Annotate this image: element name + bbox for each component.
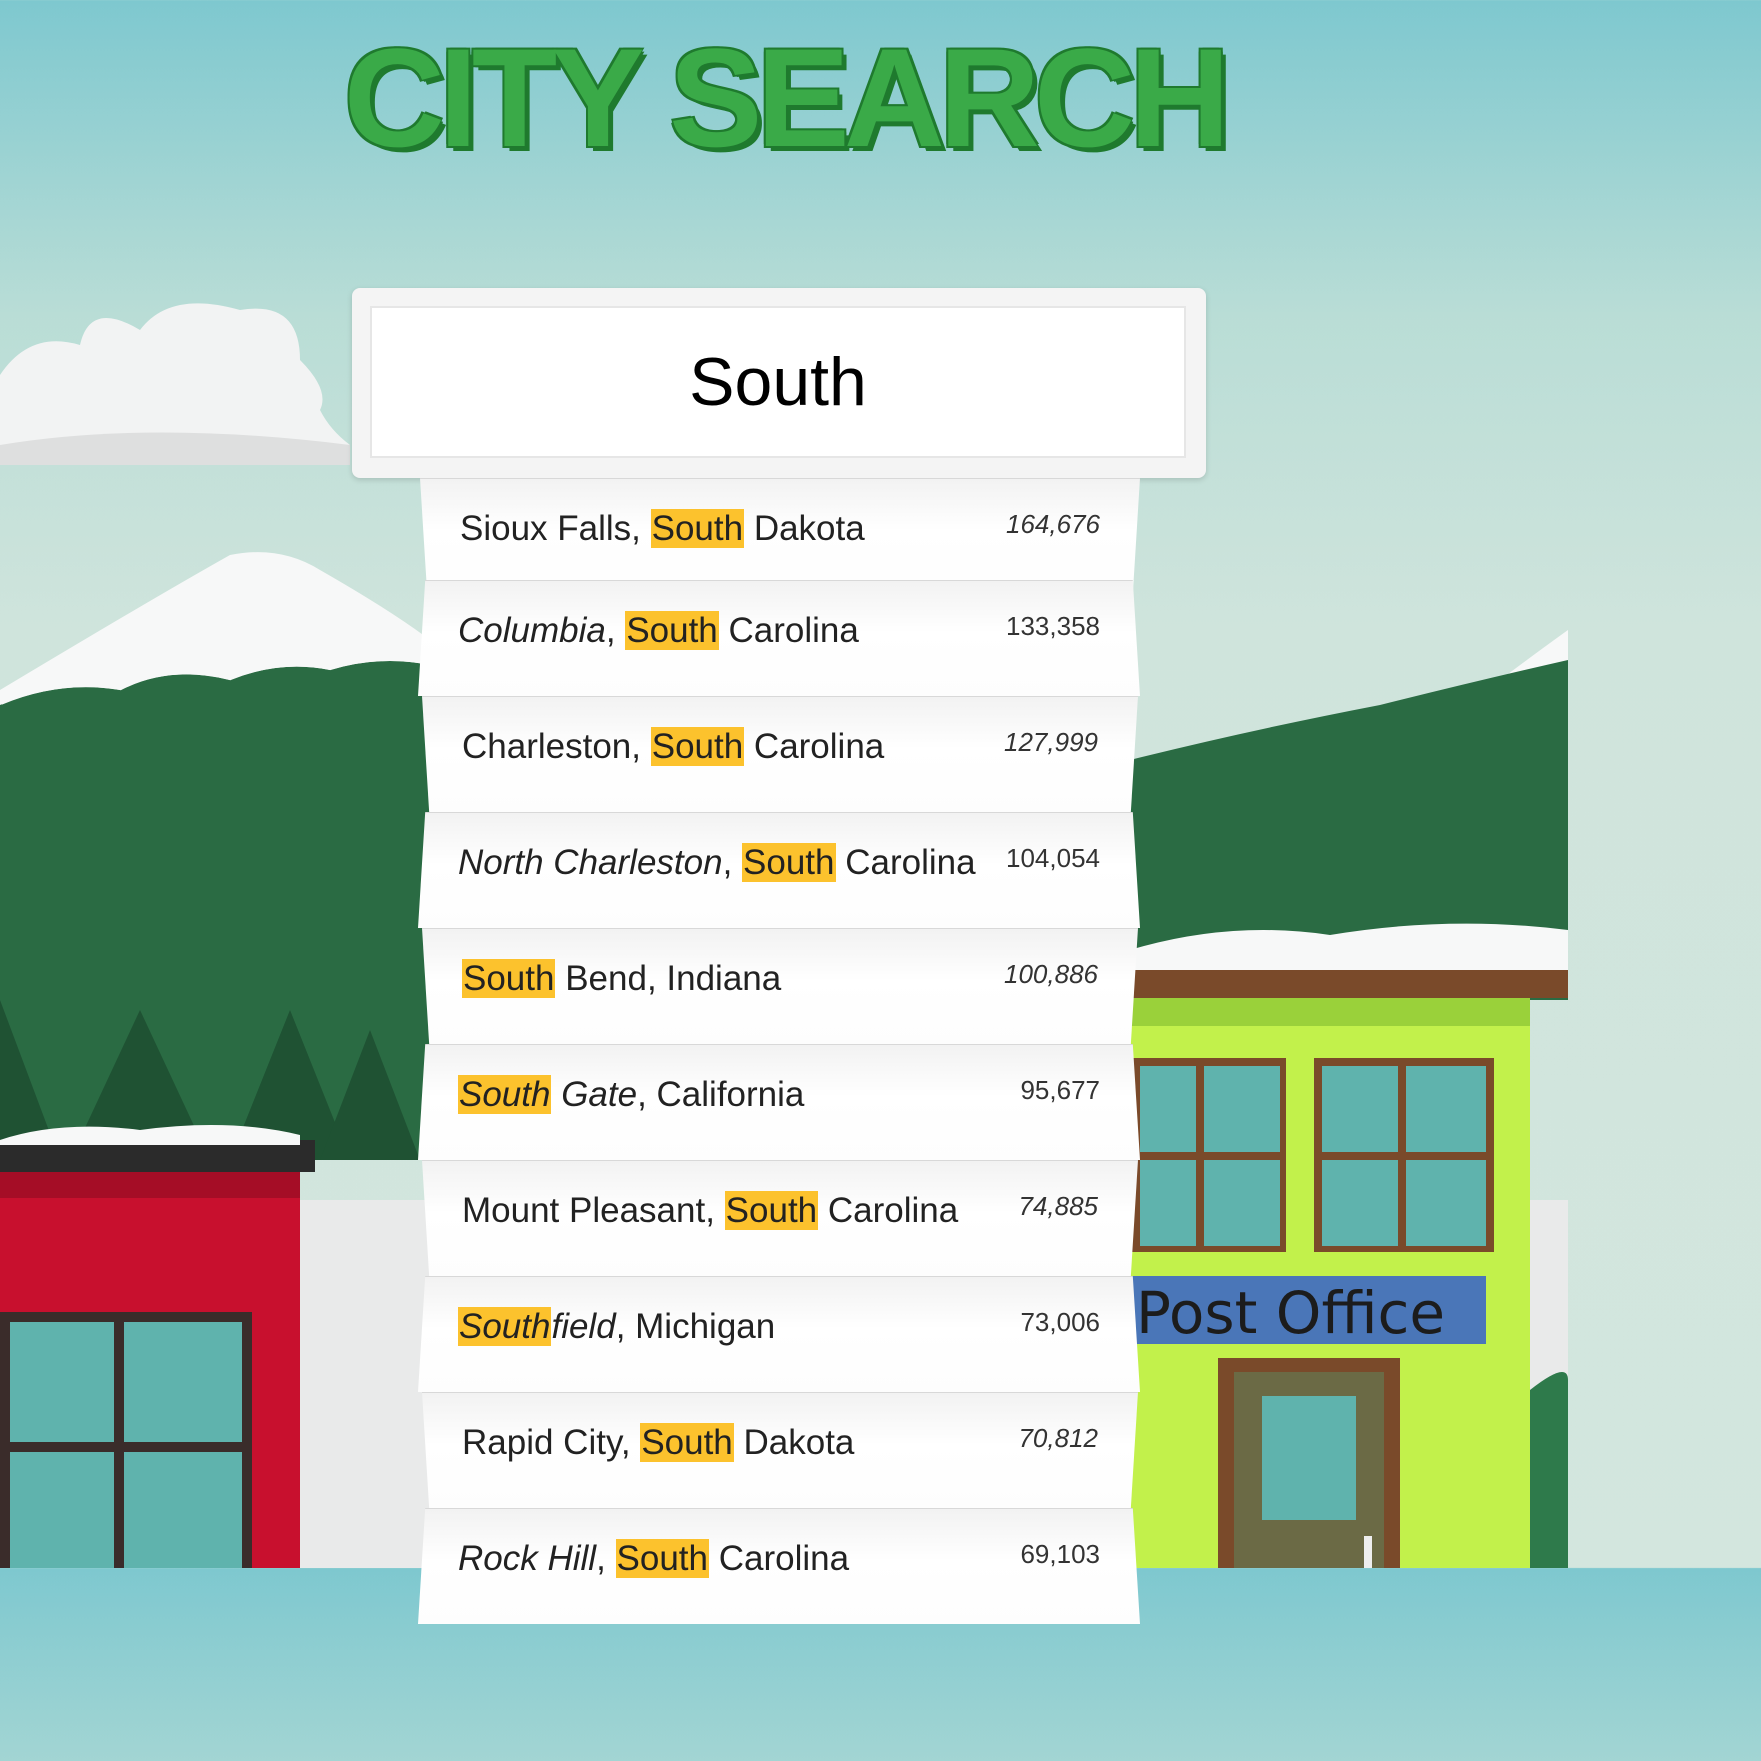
result-name: Charleston, South Carolina bbox=[462, 727, 885, 766]
result-name: Southfield, Michigan bbox=[458, 1307, 776, 1346]
match-highlight: South bbox=[458, 1075, 552, 1114]
result-row[interactable]: Southfield, Michigan 73,006 bbox=[418, 1276, 1140, 1392]
result-name: Rock Hill, South Carolina bbox=[458, 1539, 850, 1578]
result-population: 69,103 bbox=[1020, 1539, 1100, 1569]
match-highlight: South bbox=[724, 1191, 819, 1230]
match-highlight: South bbox=[650, 509, 745, 548]
result-state: South Carolina bbox=[724, 1191, 959, 1230]
result-city: Rapid City bbox=[462, 1423, 621, 1462]
result-name: South Bend, Indiana bbox=[462, 959, 782, 998]
result-city: Sioux Falls bbox=[460, 509, 632, 548]
result-city: South Gate bbox=[458, 1075, 638, 1114]
result-state: South Carolina bbox=[615, 1539, 850, 1578]
result-state: South Dakota bbox=[650, 509, 865, 548]
result-population: 73,006 bbox=[1020, 1307, 1100, 1337]
search-input[interactable] bbox=[370, 306, 1186, 458]
search-box bbox=[352, 288, 1206, 478]
result-row[interactable]: North Charleston, South Carolina 104,054 bbox=[418, 812, 1140, 928]
result-population: 74,885 bbox=[1018, 1191, 1098, 1221]
result-state: South Carolina bbox=[625, 611, 859, 650]
red-building bbox=[0, 1125, 315, 1568]
result-city: Mount Pleasant bbox=[462, 1191, 706, 1230]
page-title: CITY SEARCH bbox=[343, 19, 1230, 176]
result-city: North Charleston bbox=[458, 843, 723, 882]
result-row[interactable]: South Bend, Indiana 100,886 bbox=[422, 928, 1138, 1044]
result-name: Columbia, South Carolina bbox=[458, 611, 859, 650]
result-population: 133,358 bbox=[1006, 611, 1100, 641]
result-population: 164,676 bbox=[1006, 509, 1100, 539]
result-name: South Gate, California bbox=[458, 1075, 805, 1114]
result-row[interactable]: Sioux Falls, South Dakota 164,676 bbox=[420, 478, 1140, 594]
result-name: Rapid City, South Dakota bbox=[462, 1423, 855, 1462]
cloud-left bbox=[0, 303, 350, 465]
result-state: California bbox=[656, 1075, 805, 1114]
result-state: Indiana bbox=[666, 959, 782, 998]
match-highlight: South bbox=[625, 611, 719, 650]
result-row[interactable]: Mount Pleasant, South Carolina 74,885 bbox=[422, 1160, 1138, 1276]
result-population: 70,812 bbox=[1018, 1423, 1098, 1453]
match-highlight: South bbox=[615, 1539, 709, 1578]
match-highlight: South bbox=[742, 843, 836, 882]
result-row[interactable]: Rock Hill, South Carolina 69,103 bbox=[418, 1508, 1140, 1624]
result-population: 104,054 bbox=[1006, 843, 1100, 873]
result-population: 127,999 bbox=[1004, 727, 1098, 757]
result-state: South Carolina bbox=[742, 843, 976, 882]
result-state: Michigan bbox=[635, 1307, 776, 1346]
result-city: Charleston bbox=[462, 727, 632, 766]
result-name: Sioux Falls, South Dakota bbox=[460, 509, 865, 548]
result-city: Southfield bbox=[458, 1307, 616, 1346]
post-office-building bbox=[1130, 923, 1568, 1568]
result-name: Mount Pleasant, South Carolina bbox=[462, 1191, 959, 1230]
result-row[interactable]: South Gate, California 95,677 bbox=[418, 1044, 1140, 1160]
post-office-sign: Post Office bbox=[1136, 1279, 1445, 1347]
match-highlight: South bbox=[458, 1307, 552, 1346]
match-highlight: South bbox=[462, 959, 556, 998]
result-city: Rock Hill bbox=[458, 1539, 597, 1578]
result-population: 95,677 bbox=[1020, 1075, 1100, 1105]
result-population: 100,886 bbox=[1004, 959, 1098, 989]
result-city: Columbia bbox=[458, 611, 606, 650]
result-state: South Carolina bbox=[650, 727, 885, 766]
result-city: South Bend bbox=[462, 959, 647, 998]
result-state: South Dakota bbox=[640, 1423, 855, 1462]
result-row[interactable]: Charleston, South Carolina 127,999 bbox=[422, 696, 1138, 812]
result-name: North Charleston, South Carolina bbox=[458, 843, 976, 882]
match-highlight: South bbox=[640, 1423, 734, 1462]
result-row[interactable]: Rapid City, South Dakota 70,812 bbox=[422, 1392, 1138, 1508]
match-highlight: South bbox=[650, 727, 745, 766]
result-row[interactable]: Columbia, South Carolina 133,358 bbox=[418, 580, 1140, 696]
